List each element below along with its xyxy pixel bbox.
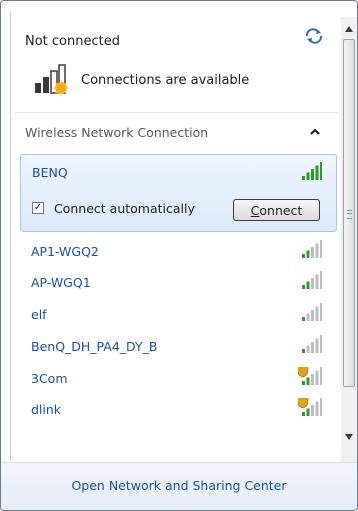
signal-bar xyxy=(315,338,319,353)
secured-signal-strength-icon xyxy=(298,398,322,416)
network-name: dlink xyxy=(31,402,62,417)
signal-strength-icon xyxy=(302,162,322,180)
signal-bar xyxy=(315,274,319,289)
divider xyxy=(15,112,339,113)
panel-border xyxy=(10,11,11,461)
signal-bar xyxy=(311,169,314,180)
signal-strength-icon xyxy=(302,240,322,258)
arrow-down-icon xyxy=(345,434,353,440)
refresh-icon[interactable] xyxy=(305,28,323,44)
connect-button-mnemonic: C xyxy=(250,202,260,218)
signal-bar xyxy=(306,408,310,416)
signal-bar xyxy=(311,374,314,385)
signal-bar xyxy=(302,254,305,258)
section-header-wireless: Wireless Network Connection xyxy=(25,125,209,140)
scrollbar-thumb[interactable] xyxy=(343,39,355,387)
signal-bar xyxy=(311,405,314,416)
signal-bar xyxy=(311,278,314,289)
signal-bar xyxy=(302,349,305,353)
network-name: AP1-WGQ2 xyxy=(31,244,99,259)
network-name: BenQ_DH_PA4_DY_B xyxy=(31,339,158,354)
chevron-up-icon[interactable] xyxy=(309,126,321,138)
signal-bar xyxy=(320,240,322,258)
connect-automatically-label: Connect automatically xyxy=(54,200,195,216)
network-item[interactable]: dlink xyxy=(21,394,333,424)
signal-strength-icon xyxy=(302,303,322,321)
connection-status: Not connected xyxy=(25,34,120,49)
signal-bar xyxy=(315,243,319,258)
signal-bar xyxy=(302,381,305,385)
network-item[interactable]: AP1-WGQ2 xyxy=(21,236,333,266)
signal-bar xyxy=(302,412,305,416)
signal-bar xyxy=(302,285,305,289)
signal-bar xyxy=(306,281,310,289)
signal-bar xyxy=(315,401,319,416)
network-item[interactable]: AP-WGQ1 xyxy=(21,267,333,297)
signal-bar xyxy=(320,162,322,180)
signal-bar xyxy=(302,176,305,180)
signal-bar xyxy=(311,247,314,258)
arrow-up-icon xyxy=(345,26,353,32)
network-name: BENQ xyxy=(32,165,68,180)
signal-bar xyxy=(320,335,322,353)
signal-strength-icon xyxy=(302,271,322,289)
signal-bar xyxy=(306,313,310,321)
signal-bar xyxy=(315,165,319,180)
network-name: elf xyxy=(31,307,47,322)
selected-network-benq[interactable]: BENQ ✓ Connect automatically Connect xyxy=(20,154,337,232)
signal-bar xyxy=(311,310,314,321)
security-shield-icon xyxy=(298,367,309,378)
network-item[interactable]: BenQ_DH_PA4_DY_B xyxy=(21,331,333,361)
signal-bar xyxy=(320,367,322,385)
network-flyout: Not connected Connections are available … xyxy=(0,0,358,511)
network-item[interactable]: 3Com xyxy=(21,363,333,393)
signal-bar xyxy=(315,306,319,321)
signal-bar xyxy=(320,303,322,321)
signal-bar xyxy=(306,172,310,180)
grip-icon xyxy=(347,210,352,219)
signal-bar xyxy=(320,271,322,289)
connect-button[interactable]: Connect xyxy=(233,199,320,221)
signal-bar xyxy=(306,250,310,258)
secured-signal-strength-icon xyxy=(298,367,322,385)
signal-bar xyxy=(306,345,310,353)
connect-automatically[interactable]: ✓ Connect automatically xyxy=(32,200,195,216)
signal-bar xyxy=(306,377,310,385)
network-name: AP-WGQ1 xyxy=(31,275,91,290)
signal-bar xyxy=(302,317,305,321)
network-item[interactable]: elf xyxy=(21,299,333,329)
connections-available-icon xyxy=(35,64,69,96)
signal-bar xyxy=(315,370,319,385)
checkmark-icon: ✓ xyxy=(33,202,43,213)
signal-bar xyxy=(311,342,314,353)
signal-bar xyxy=(320,398,322,416)
connect-button-label: onnect xyxy=(259,202,303,218)
scroll-up-button[interactable] xyxy=(341,21,357,37)
network-name: 3Com xyxy=(31,371,68,386)
connect-automatically-checkbox[interactable]: ✓ xyxy=(32,202,44,214)
connections-available-text: Connections are available xyxy=(81,73,250,88)
footer: Open Network and Sharing Center xyxy=(1,462,357,510)
scroll-down-button[interactable] xyxy=(341,429,357,445)
signal-strength-icon xyxy=(302,335,322,353)
open-network-sharing-center-link[interactable]: Open Network and Sharing Center xyxy=(1,478,357,493)
security-shield-icon xyxy=(298,398,309,409)
